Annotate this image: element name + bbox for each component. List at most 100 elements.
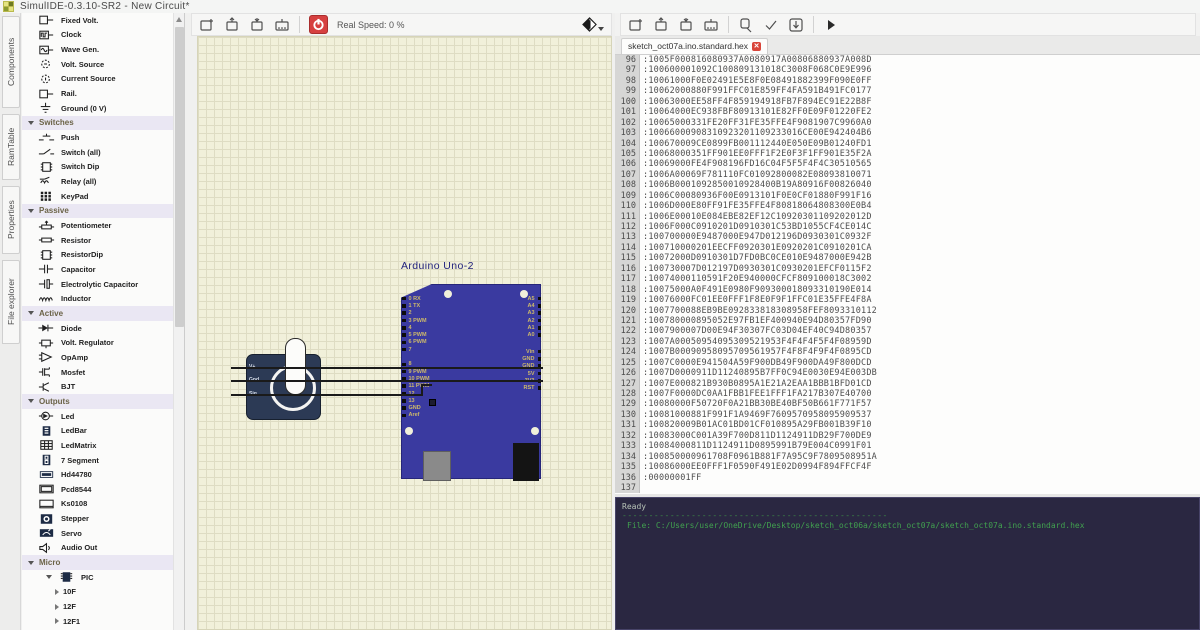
component-item-ledmatrix[interactable]: LedMatrix	[22, 438, 174, 453]
component-item-push[interactable]: Push	[22, 130, 174, 145]
section-header-outputs[interactable]: Outputs	[22, 394, 174, 409]
pin-gnd[interactable]: GND	[498, 355, 541, 362]
pin-10-pwm[interactable]: 10 PWM	[402, 375, 452, 382]
circuit-canvas[interactable]: Arduino Uno-2 0 RX 1 TX 2 3 PWM 4 5 PWM 6 PWM 7…	[197, 36, 612, 630]
pin-aref[interactable]: Aref	[402, 412, 452, 419]
pin-a0[interactable]: A0	[498, 331, 541, 338]
pic-chip-icon	[60, 572, 73, 583]
pin-5-pwm[interactable]: 5 PWM	[402, 331, 452, 338]
editor-tab[interactable]: sketch_oct07a.ino.standard.hex ✕	[621, 38, 769, 54]
scrollbar-up-icon[interactable]	[176, 17, 182, 22]
component-item-keypad[interactable]: KeyPad	[22, 188, 174, 204]
pin-7[interactable]: 7	[402, 346, 452, 353]
pin-9-pwm[interactable]: 9 PWM	[402, 368, 452, 375]
pin-pad	[537, 333, 541, 337]
pin-gnd[interactable]: GND	[402, 404, 452, 411]
component-item-ground-0-v-[interactable]: Ground (0 V)	[22, 100, 174, 116]
component-item-relay-all-[interactable]: Relay (all)	[22, 174, 174, 189]
open-circuit-icon[interactable]	[224, 16, 240, 33]
tab-close-icon[interactable]: ✕	[752, 41, 762, 51]
tab-file-explorer[interactable]: File explorer	[2, 260, 20, 344]
pin-gnd[interactable]: GND	[498, 363, 541, 370]
hex-editor[interactable]: 96:1005F000816080937A0080917A00806880937…	[615, 55, 1200, 494]
tab-properties[interactable]: Properties	[2, 186, 20, 254]
save-as-file-icon[interactable]	[703, 17, 719, 33]
tab-components[interactable]: Components	[2, 16, 20, 108]
component-item-mosfet[interactable]: Mosfet	[22, 364, 174, 380]
circuit-info-button[interactable]	[582, 17, 604, 32]
component-item-led[interactable]: Led	[22, 408, 174, 424]
pin-0-rx[interactable]: 0 RX	[402, 295, 452, 302]
compile-check-icon[interactable]	[763, 17, 779, 33]
new-file-icon[interactable]	[628, 17, 644, 33]
component-item-audio-out[interactable]: Audio Out	[22, 540, 174, 556]
pin-a5[interactable]: A5	[498, 295, 541, 302]
section-header-active[interactable]: Active	[22, 306, 174, 321]
component-item-resistor[interactable]: Resistor	[22, 232, 174, 248]
save-as-circuit-icon[interactable]	[274, 17, 290, 33]
component-item-10f[interactable]: 10F	[22, 584, 174, 600]
pin-a1[interactable]: A1	[498, 324, 541, 331]
pin-rst[interactable]: RST	[498, 384, 541, 391]
component-item-current-source[interactable]: Current Source	[22, 71, 174, 87]
pin-a4[interactable]: A4	[498, 302, 541, 309]
section-header-passive[interactable]: Passive	[22, 203, 174, 219]
scrollbar-thumb[interactable]	[175, 27, 184, 327]
component-item-inductor[interactable]: Inductor	[22, 291, 174, 307]
component-item-switch-all-[interactable]: Switch (all)	[22, 144, 174, 160]
pin-4[interactable]: 4	[402, 324, 452, 331]
pin-12[interactable]: 12	[402, 390, 452, 397]
component-item-pic[interactable]: PIC	[22, 569, 174, 585]
component-item-servo[interactable]: Servo	[22, 525, 174, 541]
pin-vin[interactable]: Vin	[498, 348, 541, 355]
pin-pad	[537, 379, 541, 383]
component-item-ks0108[interactable]: Ks0108	[22, 496, 174, 512]
pin-a2[interactable]: A2	[498, 317, 541, 324]
pin-5v[interactable]: 5V	[498, 370, 541, 377]
component-item-clock[interactable]: Clock	[22, 27, 174, 43]
component-item-switch-dip[interactable]: Switch Dip	[22, 159, 174, 175]
component-item-wave-gen-[interactable]: Wave Gen.	[22, 42, 174, 57]
pin-3v3[interactable]: 3V3	[498, 377, 541, 384]
component-item-capacitor[interactable]: Capacitor	[22, 262, 174, 277]
component-item-diode[interactable]: Diode	[22, 320, 174, 336]
component-item-electrolytic-capacitor[interactable]: Electrolytic Capacitor	[22, 276, 174, 292]
component-item-fixed-volt-[interactable]: Fixed Volt.	[22, 13, 174, 28]
section-header-switches[interactable]: Switches	[22, 115, 174, 131]
component-item-12f1[interactable]: 12F1	[22, 613, 174, 629]
potentiometer-icon	[38, 220, 55, 229]
pin-13[interactable]: 13	[402, 397, 452, 404]
save-circuit-icon[interactable]	[249, 17, 265, 33]
component-item-12f[interactable]: 12F	[22, 599, 174, 614]
component-item-volt-regulator[interactable]: Volt. Regulator	[22, 335, 174, 351]
open-file-icon[interactable]	[653, 16, 669, 33]
pin-8[interactable]: 8	[402, 361, 452, 368]
component-item-bjt[interactable]: BJT	[22, 379, 174, 395]
pin-3-pwm[interactable]: 3 PWM	[402, 317, 452, 324]
pin-2[interactable]: 2	[402, 310, 452, 317]
tab-ramtable[interactable]: RamTable	[2, 114, 20, 180]
pin-11-pwm[interactable]: 11 PWM	[402, 383, 452, 390]
component-item-rail-[interactable]: Rail.	[22, 86, 174, 101]
component-item-7-segment[interactable]: 7 Segment	[22, 452, 174, 468]
component-item-potentiometer[interactable]: Potentiometer	[22, 218, 174, 233]
component-list-scrollbar[interactable]	[173, 13, 184, 630]
section-header-micro[interactable]: Micro	[22, 555, 174, 570]
pin-pad	[537, 364, 541, 368]
find-icon[interactable]	[738, 17, 754, 33]
upload-to-board-icon[interactable]	[788, 17, 804, 33]
component-item-ledbar[interactable]: LedBar	[22, 423, 174, 439]
debug-run-icon[interactable]	[823, 17, 839, 33]
component-item-opamp[interactable]: OpAmp	[22, 350, 174, 365]
save-file-icon[interactable]	[678, 17, 694, 33]
pin-6-pwm[interactable]: 6 PWM	[402, 339, 452, 346]
component-item-stepper[interactable]: Stepper	[22, 511, 174, 526]
component-item-resistordip[interactable]: ResistorDip	[22, 247, 174, 263]
new-circuit-icon[interactable]	[199, 17, 215, 33]
component-item-hd44780[interactable]: Hd44780	[22, 467, 174, 482]
pin-1-tx[interactable]: 1 TX	[402, 302, 452, 309]
power-button[interactable]	[309, 15, 328, 34]
component-item-pcd8544[interactable]: Pcd8544	[22, 482, 174, 497]
component-item-volt-source[interactable]: Volt. Source	[22, 56, 174, 72]
pin-a3[interactable]: A3	[498, 310, 541, 317]
